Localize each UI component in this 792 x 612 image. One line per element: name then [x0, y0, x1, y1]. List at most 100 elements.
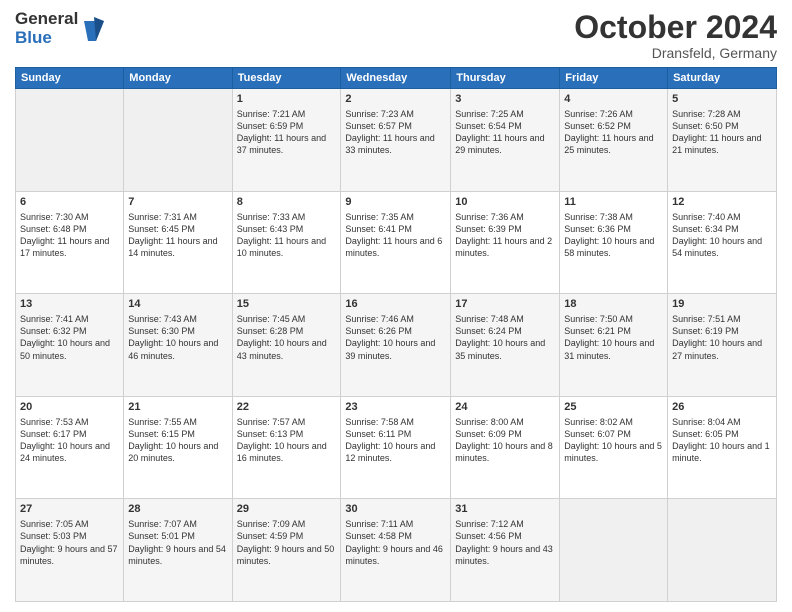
- calendar-cell: 22Sunrise: 7:57 AM Sunset: 6:13 PM Dayli…: [232, 396, 341, 499]
- page: General Blue October 2024 Dransfeld, Ger…: [0, 0, 792, 612]
- day-info: Sunrise: 7:07 AM Sunset: 5:01 PM Dayligh…: [128, 518, 227, 567]
- calendar-cell: 27Sunrise: 7:05 AM Sunset: 5:03 PM Dayli…: [16, 499, 124, 602]
- day-info: Sunrise: 7:09 AM Sunset: 4:59 PM Dayligh…: [237, 518, 337, 567]
- day-info: Sunrise: 7:23 AM Sunset: 6:57 PM Dayligh…: [345, 108, 446, 157]
- col-friday: Friday: [560, 68, 668, 89]
- calendar-cell: 17Sunrise: 7:48 AM Sunset: 6:24 PM Dayli…: [451, 294, 560, 397]
- day-info: Sunrise: 7:26 AM Sunset: 6:52 PM Dayligh…: [564, 108, 663, 157]
- calendar-cell: 14Sunrise: 7:43 AM Sunset: 6:30 PM Dayli…: [124, 294, 232, 397]
- day-number: 21: [128, 400, 227, 415]
- location: Dransfeld, Germany: [574, 45, 777, 61]
- day-number: 25: [564, 400, 663, 415]
- col-monday: Monday: [124, 68, 232, 89]
- header: General Blue October 2024 Dransfeld, Ger…: [15, 10, 777, 61]
- calendar-cell: 12Sunrise: 7:40 AM Sunset: 6:34 PM Dayli…: [668, 191, 777, 294]
- calendar-table: Sunday Monday Tuesday Wednesday Thursday…: [15, 67, 777, 602]
- day-number: 28: [128, 502, 227, 517]
- calendar-cell: 24Sunrise: 8:00 AM Sunset: 6:09 PM Dayli…: [451, 396, 560, 499]
- calendar-cell: 11Sunrise: 7:38 AM Sunset: 6:36 PM Dayli…: [560, 191, 668, 294]
- day-number: 14: [128, 297, 227, 312]
- col-saturday: Saturday: [668, 68, 777, 89]
- day-info: Sunrise: 7:43 AM Sunset: 6:30 PM Dayligh…: [128, 313, 227, 362]
- logo-text: General Blue: [15, 10, 78, 47]
- calendar-cell: 4Sunrise: 7:26 AM Sunset: 6:52 PM Daylig…: [560, 89, 668, 192]
- day-info: Sunrise: 7:28 AM Sunset: 6:50 PM Dayligh…: [672, 108, 772, 157]
- calendar-cell: 7Sunrise: 7:31 AM Sunset: 6:45 PM Daylig…: [124, 191, 232, 294]
- day-number: 23: [345, 400, 446, 415]
- day-info: Sunrise: 7:25 AM Sunset: 6:54 PM Dayligh…: [455, 108, 555, 157]
- day-info: Sunrise: 7:58 AM Sunset: 6:11 PM Dayligh…: [345, 416, 446, 465]
- calendar-cell: [668, 499, 777, 602]
- month-title: October 2024: [574, 10, 777, 45]
- day-info: Sunrise: 7:36 AM Sunset: 6:39 PM Dayligh…: [455, 211, 555, 260]
- day-number: 13: [20, 297, 119, 312]
- calendar-week-1: 1Sunrise: 7:21 AM Sunset: 6:59 PM Daylig…: [16, 89, 777, 192]
- day-number: 10: [455, 195, 555, 210]
- calendar-week-2: 6Sunrise: 7:30 AM Sunset: 6:48 PM Daylig…: [16, 191, 777, 294]
- day-info: Sunrise: 7:57 AM Sunset: 6:13 PM Dayligh…: [237, 416, 337, 465]
- day-info: Sunrise: 7:40 AM Sunset: 6:34 PM Dayligh…: [672, 211, 772, 260]
- calendar-cell: 28Sunrise: 7:07 AM Sunset: 5:01 PM Dayli…: [124, 499, 232, 602]
- day-info: Sunrise: 8:04 AM Sunset: 6:05 PM Dayligh…: [672, 416, 772, 465]
- day-info: Sunrise: 7:12 AM Sunset: 4:56 PM Dayligh…: [455, 518, 555, 567]
- calendar-week-3: 13Sunrise: 7:41 AM Sunset: 6:32 PM Dayli…: [16, 294, 777, 397]
- day-number: 2: [345, 92, 446, 107]
- calendar-cell: 29Sunrise: 7:09 AM Sunset: 4:59 PM Dayli…: [232, 499, 341, 602]
- calendar-week-4: 20Sunrise: 7:53 AM Sunset: 6:17 PM Dayli…: [16, 396, 777, 499]
- col-tuesday: Tuesday: [232, 68, 341, 89]
- day-number: 29: [237, 502, 337, 517]
- calendar-cell: 6Sunrise: 7:30 AM Sunset: 6:48 PM Daylig…: [16, 191, 124, 294]
- day-info: Sunrise: 7:45 AM Sunset: 6:28 PM Dayligh…: [237, 313, 337, 362]
- day-info: Sunrise: 7:33 AM Sunset: 6:43 PM Dayligh…: [237, 211, 337, 260]
- day-info: Sunrise: 7:05 AM Sunset: 5:03 PM Dayligh…: [20, 518, 119, 567]
- day-info: Sunrise: 7:11 AM Sunset: 4:58 PM Dayligh…: [345, 518, 446, 567]
- day-number: 5: [672, 92, 772, 107]
- calendar-cell: 5Sunrise: 7:28 AM Sunset: 6:50 PM Daylig…: [668, 89, 777, 192]
- calendar-cell: 19Sunrise: 7:51 AM Sunset: 6:19 PM Dayli…: [668, 294, 777, 397]
- logo: General Blue: [15, 10, 106, 47]
- day-number: 18: [564, 297, 663, 312]
- logo-icon: [82, 15, 106, 43]
- day-number: 30: [345, 502, 446, 517]
- day-number: 15: [237, 297, 337, 312]
- calendar-cell: 30Sunrise: 7:11 AM Sunset: 4:58 PM Dayli…: [341, 499, 451, 602]
- day-number: 1: [237, 92, 337, 107]
- calendar-cell: 26Sunrise: 8:04 AM Sunset: 6:05 PM Dayli…: [668, 396, 777, 499]
- day-info: Sunrise: 7:35 AM Sunset: 6:41 PM Dayligh…: [345, 211, 446, 260]
- calendar-cell: 8Sunrise: 7:33 AM Sunset: 6:43 PM Daylig…: [232, 191, 341, 294]
- day-number: 4: [564, 92, 663, 107]
- calendar-cell: 16Sunrise: 7:46 AM Sunset: 6:26 PM Dayli…: [341, 294, 451, 397]
- day-info: Sunrise: 7:30 AM Sunset: 6:48 PM Dayligh…: [20, 211, 119, 260]
- day-number: 9: [345, 195, 446, 210]
- day-info: Sunrise: 7:41 AM Sunset: 6:32 PM Dayligh…: [20, 313, 119, 362]
- day-number: 3: [455, 92, 555, 107]
- calendar-cell: 18Sunrise: 7:50 AM Sunset: 6:21 PM Dayli…: [560, 294, 668, 397]
- day-info: Sunrise: 7:51 AM Sunset: 6:19 PM Dayligh…: [672, 313, 772, 362]
- day-number: 24: [455, 400, 555, 415]
- calendar-cell: 9Sunrise: 7:35 AM Sunset: 6:41 PM Daylig…: [341, 191, 451, 294]
- title-area: October 2024 Dransfeld, Germany: [574, 10, 777, 61]
- col-wednesday: Wednesday: [341, 68, 451, 89]
- calendar-cell: 10Sunrise: 7:36 AM Sunset: 6:39 PM Dayli…: [451, 191, 560, 294]
- day-number: 6: [20, 195, 119, 210]
- calendar-cell: 25Sunrise: 8:02 AM Sunset: 6:07 PM Dayli…: [560, 396, 668, 499]
- day-info: Sunrise: 7:46 AM Sunset: 6:26 PM Dayligh…: [345, 313, 446, 362]
- day-info: Sunrise: 7:31 AM Sunset: 6:45 PM Dayligh…: [128, 211, 227, 260]
- day-number: 20: [20, 400, 119, 415]
- calendar-cell: 31Sunrise: 7:12 AM Sunset: 4:56 PM Dayli…: [451, 499, 560, 602]
- day-info: Sunrise: 7:53 AM Sunset: 6:17 PM Dayligh…: [20, 416, 119, 465]
- calendar-cell: 1Sunrise: 7:21 AM Sunset: 6:59 PM Daylig…: [232, 89, 341, 192]
- day-number: 7: [128, 195, 227, 210]
- calendar-cell: [124, 89, 232, 192]
- calendar-body: 1Sunrise: 7:21 AM Sunset: 6:59 PM Daylig…: [16, 89, 777, 602]
- day-info: Sunrise: 8:00 AM Sunset: 6:09 PM Dayligh…: [455, 416, 555, 465]
- calendar-cell: 15Sunrise: 7:45 AM Sunset: 6:28 PM Dayli…: [232, 294, 341, 397]
- calendar-cell: 21Sunrise: 7:55 AM Sunset: 6:15 PM Dayli…: [124, 396, 232, 499]
- day-number: 16: [345, 297, 446, 312]
- col-sunday: Sunday: [16, 68, 124, 89]
- day-number: 31: [455, 502, 555, 517]
- day-info: Sunrise: 8:02 AM Sunset: 6:07 PM Dayligh…: [564, 416, 663, 465]
- day-number: 22: [237, 400, 337, 415]
- day-number: 12: [672, 195, 772, 210]
- day-number: 17: [455, 297, 555, 312]
